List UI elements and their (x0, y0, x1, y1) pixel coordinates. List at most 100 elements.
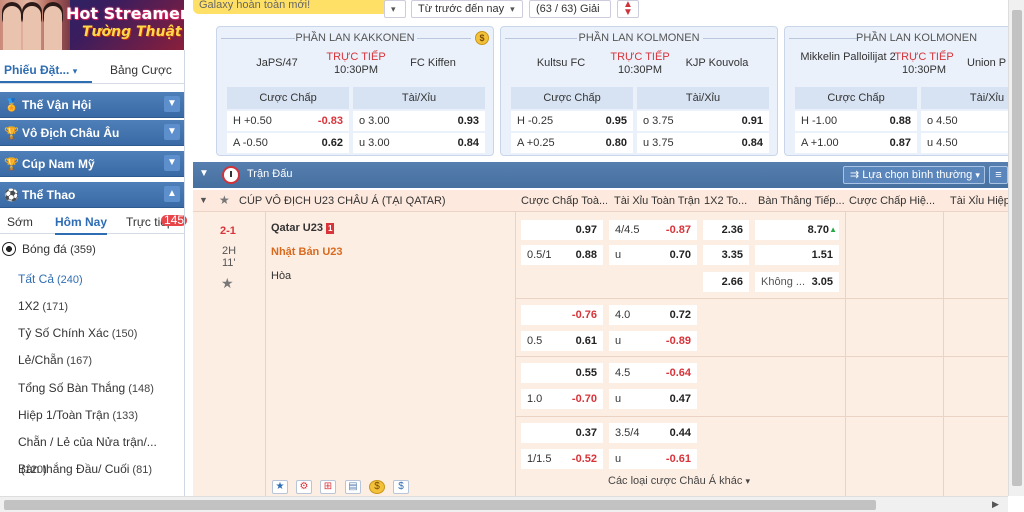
league-count-dropdown[interactable]: (63 / 63) Giải (529, 0, 611, 18)
odds-cell[interactable]: u 0.47 (609, 389, 697, 409)
left-dropdown[interactable]: ▾ (384, 0, 406, 18)
odds-cell[interactable]: 4/4.5 -0.87 (609, 220, 697, 240)
odds-button[interactable]: H +0.50 -0.83 (227, 111, 349, 131)
odds-cell[interactable]: 0.5/1 0.88 (521, 245, 603, 265)
odds-button[interactable]: u 4.50 (921, 133, 1008, 153)
tab-bet-slip[interactable]: Phiếu Đặt... ▾ (0, 56, 92, 83)
menu-copa-america[interactable]: 🏆 Cúp Nam Mỹ ▼ (0, 151, 184, 177)
odds-cell[interactable]: 1.0 -0.70 (521, 389, 603, 409)
matches-header-bar: ▼ Trận Đấu ⇉ Lựa chọn bình thường ▾ ≡ (193, 162, 1008, 188)
chevron-down-icon[interactable]: ▼ (164, 124, 180, 140)
odds-button[interactable]: o 3.75 0.91 (637, 111, 769, 131)
odds-value: 0.37 (575, 427, 597, 439)
chevron-down-icon[interactable]: ▼ (199, 168, 209, 179)
sport-count: (359) (70, 244, 96, 256)
odds-cell[interactable]: 2.36 (703, 220, 749, 240)
odds-value: 0.80 (605, 137, 627, 149)
odds-cell[interactable]: Không ... 3.05 (755, 272, 839, 292)
menu-sports[interactable]: ⚽ Thể Thao ▲ (0, 182, 184, 208)
chevron-down-icon: ▾ (510, 4, 515, 14)
menu-olympics[interactable]: 🏅 Thế Vận Hội ▼ (0, 92, 184, 118)
odds-button[interactable]: u 3.75 0.84 (637, 133, 769, 153)
odds-cell[interactable]: 0.37 (521, 423, 603, 443)
market-item[interactable]: Hiệp 1/Toàn Trận (133) (0, 402, 184, 429)
horizontal-scrollbar[interactable]: ▶ (0, 496, 1008, 512)
odds-button[interactable]: A +0.25 0.80 (511, 133, 633, 153)
market-item[interactable]: Chẵn / Lẻ của Nửa trận/...(120) (0, 429, 184, 476)
market-item[interactable]: Tổng Số Bàn Thắng (148) (0, 375, 184, 402)
odds-cell[interactable]: u -0.61 (609, 449, 697, 469)
chevron-down-icon[interactable]: ▼ (164, 96, 180, 112)
odds-button[interactable]: A +1.00 0.87 (795, 133, 917, 153)
odds-cell[interactable]: 1/1.5 -0.52 (521, 449, 603, 469)
odds-value: 8.70 (807, 224, 829, 236)
market-item[interactable]: Tỷ Số Chính Xác (150) (0, 320, 184, 347)
odds-line: 4.5 (615, 367, 631, 379)
sort-dropdown[interactable]: Từ trước đến nay ▾ (411, 0, 523, 18)
menu-label: Thế Vận Hội (22, 98, 92, 112)
odds-cell[interactable]: 0.97 (521, 220, 603, 240)
sort-order-icon[interactable]: ▲ ▼ (617, 0, 639, 18)
match-period: 2H (222, 245, 237, 257)
odds-cell[interactable]: 4.0 0.72 (609, 305, 697, 325)
odds-button[interactable]: H -0.25 0.95 (511, 111, 633, 131)
highlight-match-card[interactable]: PHẦN LAN KOLMONEN Mikkelin Palloilijat 2… (784, 26, 1008, 156)
odds-button[interactable]: o 3.00 0.93 (353, 111, 485, 131)
stats-icon[interactable]: ⚙ (296, 480, 312, 494)
odds-line: u (615, 249, 622, 261)
chevron-up-icon[interactable]: ▲ (164, 186, 180, 202)
market-count: (240) (57, 274, 83, 286)
odds-cell[interactable]: u -0.89 (609, 331, 697, 351)
highlight-match-card[interactable]: PHẦN LAN KAKKONEN $ JaPS/47 TRỰC TIẾP 10… (216, 26, 494, 156)
odds-cell[interactable]: 8.70 ▲ (755, 220, 839, 240)
odds-cell[interactable]: u 0.70 (609, 245, 697, 265)
vertical-scrollbar[interactable] (1008, 0, 1024, 496)
market-item[interactable]: 1X2 (171) (0, 293, 184, 320)
odds-cell[interactable]: 2.66 (703, 272, 749, 292)
odds-cell[interactable]: 4.5 -0.64 (609, 363, 697, 383)
scroll-right-icon[interactable]: ▶ (992, 499, 999, 510)
dollar-icon[interactable]: $ (393, 480, 409, 494)
coin-icon[interactable]: $ (369, 480, 385, 494)
handicap-header: Cược Chấp (227, 87, 349, 109)
hot-streamer-banner[interactable]: Hot Streamer Tường Thuật (0, 0, 184, 50)
market-item[interactable]: Tất Cả (240) (0, 266, 184, 293)
odds-cell[interactable]: 0.5 0.61 (521, 331, 603, 351)
star-icon[interactable]: ★ (272, 480, 288, 494)
menu-euro[interactable]: 🏆 Vô Địch Châu Âu ▼ (0, 120, 184, 146)
odds-value: 3.05 (811, 276, 833, 288)
tab-today[interactable]: Hôm Nay (55, 215, 108, 235)
odds-cell[interactable]: 1.51 (755, 245, 839, 265)
sport-label: Bóng đá (22, 242, 67, 256)
odds-cell[interactable]: 3.35 (703, 245, 749, 265)
odds-cell[interactable]: 0.55 (521, 363, 603, 383)
tab-odds-table[interactable]: Bảng Cược (110, 56, 172, 83)
scrollbar-thumb[interactable] (1012, 10, 1022, 486)
scoreboard-icon[interactable]: ▤ (345, 480, 361, 494)
odds-button[interactable]: o 4.50 (921, 111, 1008, 131)
star-icon[interactable]: ★ (219, 193, 230, 207)
more-asian-markets-link[interactable]: Các loại cược Châu Á khác ▾ (608, 475, 750, 487)
chevron-down-icon[interactable]: ▼ (199, 195, 208, 205)
odds-cell[interactable]: 3.5/4 0.44 (609, 423, 697, 443)
tab-early[interactable]: Sớm (7, 215, 33, 229)
divider (515, 298, 1008, 299)
odds-line: 4/4.5 (615, 224, 640, 236)
odds-button[interactable]: H -1.00 0.88 (795, 111, 917, 131)
odds-cell[interactable]: -0.76 (521, 305, 603, 325)
chevron-down-icon[interactable]: ▼ (164, 155, 180, 171)
menu-label: Cúp Nam Mỹ (22, 157, 95, 171)
odds-value: 2.66 (721, 276, 743, 288)
odds-value: -0.61 (665, 453, 691, 465)
scrollbar-thumb[interactable] (4, 500, 876, 510)
sport-football[interactable]: Bóng đá (359) (0, 236, 184, 262)
odds-button[interactable]: A -0.50 0.62 (227, 133, 349, 153)
highlight-match-card[interactable]: PHẦN LAN KOLMONEN Kultsu FC TRỰC TIẾP 10… (500, 26, 778, 156)
favorite-star-icon[interactable]: ★ (221, 275, 234, 292)
odds-button[interactable]: u 3.00 0.84 (353, 133, 485, 153)
market-item[interactable]: Lẻ/Chẵn (167) (0, 347, 184, 374)
menu-icon[interactable]: ≡ (989, 166, 1008, 184)
live-tracker-icon[interactable]: ⊞ (320, 480, 336, 494)
market-item[interactable]: Bàn thắng Đầu/ Cuối (81) (0, 456, 184, 483)
view-filter-dropdown[interactable]: ⇉ Lựa chọn bình thường ▾ (843, 166, 985, 184)
